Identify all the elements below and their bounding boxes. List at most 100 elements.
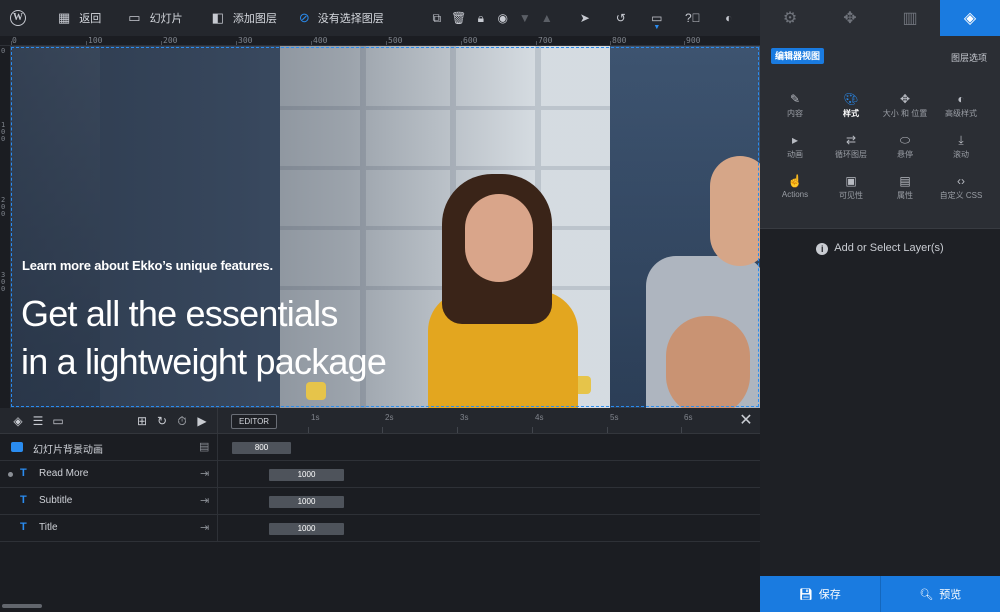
duplicate-button[interactable]: ⧉ — [426, 0, 448, 36]
read-more-layer[interactable]: Learn more about Ekko’s unique features. — [22, 258, 273, 273]
save-label: 保存 — [818, 589, 841, 601]
folder-icon: ▭ — [52, 414, 64, 428]
layer-settings-grid: ✎ 内容 🎨︎ 样式 ✥ 大小 和 位置 ◐ 高级样式 ▸ 动画 ⇄ 循环图层 … — [760, 76, 1000, 229]
close-icon: ✕ — [739, 412, 753, 429]
tab-slide[interactable]: ▥ — [880, 0, 940, 36]
grid-item-animation[interactable]: ▸ 动画 — [767, 128, 823, 168]
folder-button[interactable]: ▭ — [48, 408, 68, 434]
person-man-face — [710, 156, 760, 266]
grid-item-content[interactable]: ✎ 内容 — [767, 87, 823, 127]
stopwatch-icon: ⏱ — [177, 413, 187, 428]
layer-item-read-more[interactable]: T Read More ⇥ — [0, 461, 218, 488]
gear-icon: ⚙ — [782, 10, 798, 27]
grid-item-visibility[interactable]: ▣ 可见性 — [823, 169, 879, 209]
editor-view-chip[interactable]: 编辑器视图 — [771, 48, 825, 64]
info-icon: i — [816, 243, 829, 255]
preview-button[interactable]: 🔍︎ 预览 — [879, 576, 1000, 612]
ruler-tick — [610, 41, 611, 45]
horizontal-scrollbar[interactable] — [2, 604, 42, 608]
text-layer-icon: T — [20, 467, 27, 479]
layer-name: Subtitle — [39, 495, 73, 506]
add-layer-button[interactable]: ◧ 添加图层 — [212, 0, 277, 36]
back-button[interactable]: ▦ 返回 — [58, 0, 101, 36]
title-line-2: in a lightweight package — [21, 341, 387, 382]
move-up-button[interactable]: ▲ — [536, 0, 558, 36]
help-button[interactable]: ?⃝ — [682, 0, 704, 36]
end-arrow-icon: ⇥ — [200, 468, 210, 480]
list-view-button[interactable]: ☰ — [28, 408, 48, 434]
grid-toggle-button[interactable]: ⊞ — [132, 408, 152, 434]
timeline-tick — [681, 427, 682, 433]
grid-item-size-position[interactable]: ✥ 大小 和 位置 — [877, 87, 933, 127]
ruler-label: 500 — [388, 36, 403, 45]
layer-select-dropdown[interactable]: ⊘ 没有选择图层 — [299, 0, 384, 36]
grid-label: 自定义 CSS — [939, 191, 983, 200]
timeline-toolbar: ◈ ☰ ▭ ⊞ ↻ ⏱ ▶ EDITOR 1s 2s 3s 4s 5s 6s ✕ — [0, 408, 760, 434]
contrast-toggle-button[interactable]: ◐ — [718, 0, 740, 36]
desktop-view-button[interactable]: ▭ ▼ — [646, 0, 668, 36]
layer-name: Title — [39, 522, 58, 533]
undo-button[interactable]: ↺ — [610, 0, 632, 36]
layer-options-link[interactable]: 图层选项 — [951, 51, 987, 64]
visibility-button[interactable]: ◉ — [492, 0, 514, 36]
layer-item-title[interactable]: T Title ⇥ — [0, 515, 218, 542]
tab-navigation[interactable]: ✥ — [820, 0, 880, 36]
contrast-icon: ◐ — [957, 92, 965, 106]
timeline-tick — [308, 427, 309, 433]
ruler-label: 300 — [238, 36, 253, 45]
grid-item-advanced-style[interactable]: ◐ 高级样式 — [933, 87, 989, 127]
grid-label: 属性 — [897, 191, 913, 200]
title-layer[interactable]: Get all the essentials in a lightweight … — [21, 290, 387, 386]
grid-item-actions[interactable]: ☝ Actions — [767, 169, 823, 209]
timeline-mark: 6s — [684, 413, 693, 422]
layer-item-background[interactable]: 幻灯片背景动画 ▤ — [0, 434, 218, 461]
timeline-bar[interactable]: 1000 — [269, 496, 344, 508]
timeline-empty-area — [0, 544, 760, 612]
play-icon: ▸ — [791, 133, 799, 147]
layers-toggle-button[interactable]: ◈ — [8, 408, 28, 434]
delete-button[interactable]: 🗑 — [448, 0, 470, 36]
ruler-label: 200 — [163, 36, 178, 45]
close-timeline-button[interactable]: ✕ — [738, 412, 754, 430]
timer-button[interactable]: ⏱ — [172, 408, 192, 434]
lock-button[interactable]: 🔒︎ — [470, 0, 492, 36]
grid-dotted-icon: ⊞ — [136, 414, 148, 428]
grid-label: 内容 — [787, 109, 803, 118]
add-layer-label: 添加图层 — [232, 13, 277, 25]
timeline-row-title: T Title ⇥ 1000 — [0, 515, 760, 542]
grid-label: 大小 和 位置 — [882, 109, 928, 118]
undo-icon: ↺ — [615, 11, 626, 25]
panel-tabs: ⚙ ✥ ▥ ◈ — [760, 0, 1000, 36]
loop-button[interactable]: ↻ — [152, 408, 172, 434]
ruler-tick — [461, 41, 462, 45]
editor-button[interactable]: EDITOR — [231, 414, 278, 429]
ruler-tick — [311, 41, 312, 45]
slides-button[interactable]: ▭ 幻灯片 — [128, 0, 182, 36]
timeline-bar[interactable]: 800 — [232, 442, 291, 454]
mouse-icon: ⬭ — [899, 133, 911, 147]
palette-icon: 🎨︎ — [843, 92, 859, 106]
loop-icon: ⇄ — [845, 133, 857, 147]
timeline-bar[interactable]: 1000 — [269, 469, 344, 481]
grid-item-hover[interactable]: ⬭ 悬停 — [877, 128, 933, 168]
tab-settings[interactable]: ⚙ — [760, 0, 820, 36]
grid-item-attributes[interactable]: ▤ 属性 — [877, 169, 933, 209]
select-tool-button[interactable]: ➤ — [574, 0, 596, 36]
move-down-button[interactable]: ▼ — [514, 0, 536, 36]
grid-item-custom-css[interactable]: ‹› 自定义 CSS — [933, 169, 989, 209]
ruler-tick — [684, 41, 685, 45]
save-button[interactable]: 💾︎ 保存 — [760, 576, 880, 612]
play-button[interactable]: ▶ — [192, 408, 212, 434]
wordpress-logo-button[interactable]: W — [0, 0, 36, 36]
grid-item-scroll[interactable]: ⤓ 滚动 — [933, 128, 989, 168]
tab-layers[interactable]: ◈ — [940, 0, 1000, 36]
layer-item-subtitle[interactable]: T Subtitle ⇥ — [0, 488, 218, 515]
pencil-icon: ✎ — [789, 92, 801, 106]
slide-canvas[interactable]: Learn more about Ekko’s unique features.… — [10, 46, 760, 408]
code-icon: ‹› — [957, 174, 965, 188]
grid-item-loop-layer[interactable]: ⇄ 循环图层 — [823, 128, 879, 168]
ruler-label: 200 — [1, 196, 6, 218]
grid-item-style[interactable]: 🎨︎ 样式 — [823, 87, 879, 127]
search-icon: 🔍︎ — [919, 588, 934, 601]
timeline-bar[interactable]: 1000 — [269, 523, 344, 535]
